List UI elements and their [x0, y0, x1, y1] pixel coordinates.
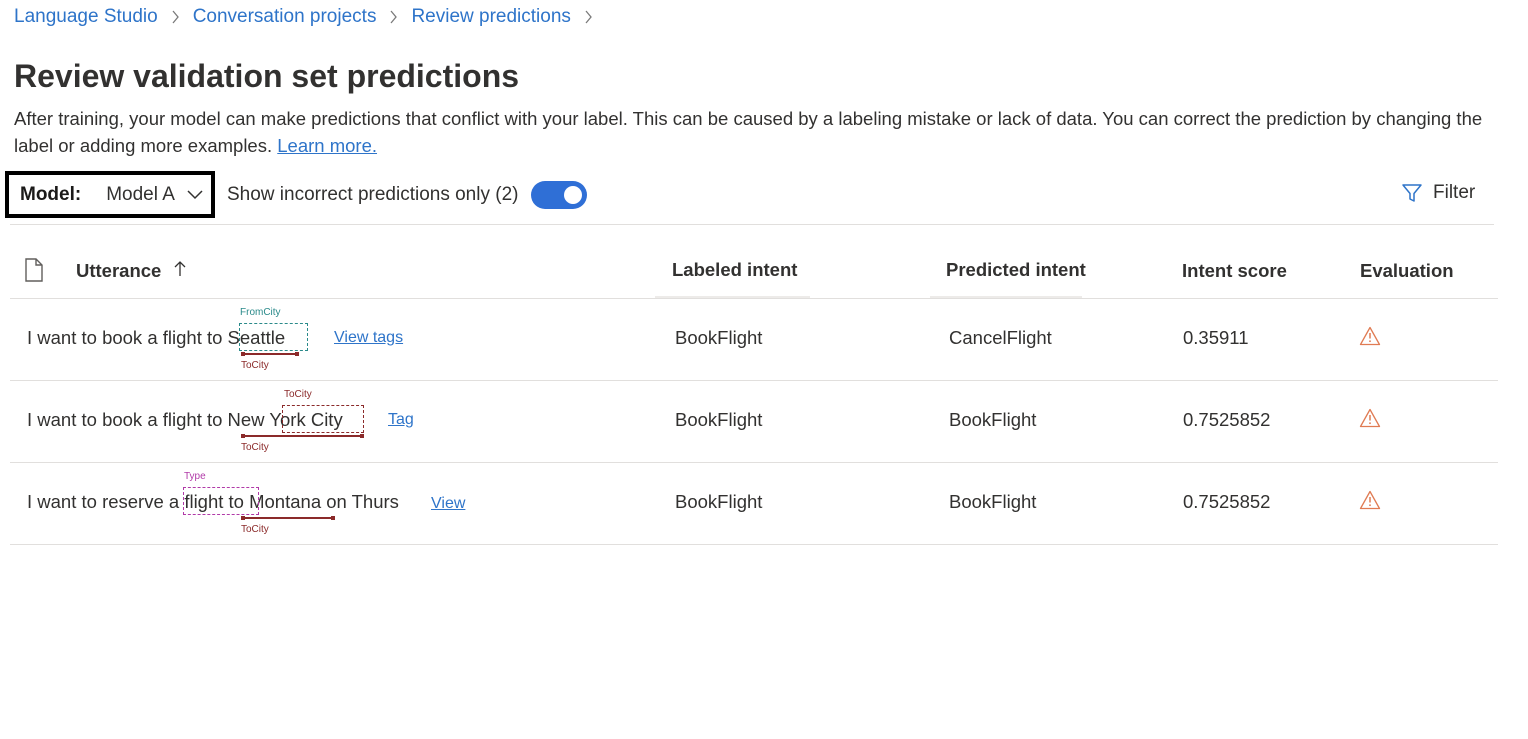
entity-underline	[241, 516, 335, 520]
row-divider	[10, 544, 1498, 545]
labeled-intent: BookFlight	[675, 409, 763, 430]
row-divider	[10, 380, 1498, 381]
column-header-intent-score[interactable]: Intent score	[1182, 260, 1287, 282]
column-header-labeled-intent[interactable]: Labeled intent	[672, 259, 797, 281]
breadcrumb: Language Studio Conversation projects Re…	[14, 6, 606, 28]
predicted-intent: CancelFlight	[949, 327, 1052, 348]
breadcrumb-conversation-projects[interactable]: Conversation projects	[193, 6, 377, 28]
entity-highlight[interactable]	[282, 405, 364, 433]
entity-highlight[interactable]	[183, 487, 259, 515]
page-description: After training, your model can make pred…	[14, 105, 1514, 159]
predicted-intent: BookFlight	[949, 409, 1037, 430]
entity-tag-below: ToCity	[241, 524, 269, 535]
incorrect-only-toggle[interactable]	[531, 181, 587, 209]
tag-link[interactable]: Tag	[388, 411, 414, 429]
intent-score: 0.35911	[1183, 327, 1249, 348]
intent-score: 0.7525852	[1183, 491, 1271, 512]
column-header-predicted-intent[interactable]: Predicted intent	[946, 259, 1086, 281]
header-divider	[10, 298, 1498, 299]
toggle-knob	[564, 186, 582, 204]
learn-more-link[interactable]: Learn more.	[277, 135, 377, 156]
toolbar-divider	[10, 224, 1494, 225]
view-tags-link[interactable]: View tags	[334, 329, 403, 347]
warning-icon[interactable]	[1359, 326, 1381, 346]
column-header-utterance[interactable]: Utterance	[76, 260, 161, 282]
file-type-icon	[25, 258, 43, 282]
entity-tag-below: ToCity	[241, 360, 269, 371]
row-divider	[10, 462, 1498, 463]
entity-tag-above: Type	[184, 471, 206, 482]
breadcrumb-review-predictions[interactable]: Review predictions	[411, 6, 570, 28]
chevron-right-icon	[171, 10, 180, 24]
breadcrumb-language-studio[interactable]: Language Studio	[14, 6, 158, 28]
model-dropdown[interactable]: Model A	[106, 184, 203, 206]
intent-score: 0.7525852	[1183, 409, 1271, 430]
predicted-intent: BookFlight	[949, 491, 1037, 512]
warning-icon[interactable]	[1359, 408, 1381, 428]
warning-icon[interactable]	[1359, 490, 1381, 510]
view-link[interactable]: View	[431, 495, 465, 513]
chevron-right-icon	[389, 10, 398, 24]
filter-label: Filter	[1433, 182, 1476, 203]
entity-tag-above: ToCity	[284, 389, 312, 400]
model-dropdown-value: Model A	[106, 183, 175, 205]
description-text: After training, your model can make pred…	[14, 108, 1483, 156]
entity-underline	[241, 352, 299, 356]
page-title: Review validation set predictions	[14, 58, 520, 94]
entity-underline	[241, 434, 364, 438]
column-header-evaluation[interactable]: Evaluation	[1360, 260, 1454, 282]
filter-icon	[1402, 184, 1422, 202]
entity-highlight[interactable]	[239, 323, 308, 351]
chevron-right-icon	[584, 10, 593, 24]
entity-tag-below: ToCity	[241, 442, 269, 453]
model-selector: Model: Model A	[5, 171, 215, 218]
sort-ascending-icon[interactable]	[174, 260, 186, 278]
model-label: Model:	[20, 183, 82, 205]
entity-tag-above: FromCity	[240, 307, 281, 318]
labeled-intent: BookFlight	[675, 491, 763, 512]
filter-button[interactable]: Filter	[1401, 182, 1475, 204]
labeled-intent: BookFlight	[675, 327, 763, 348]
chevron-down-icon	[187, 189, 203, 199]
incorrect-only-toggle-label: Show incorrect predictions only (2)	[227, 184, 519, 205]
